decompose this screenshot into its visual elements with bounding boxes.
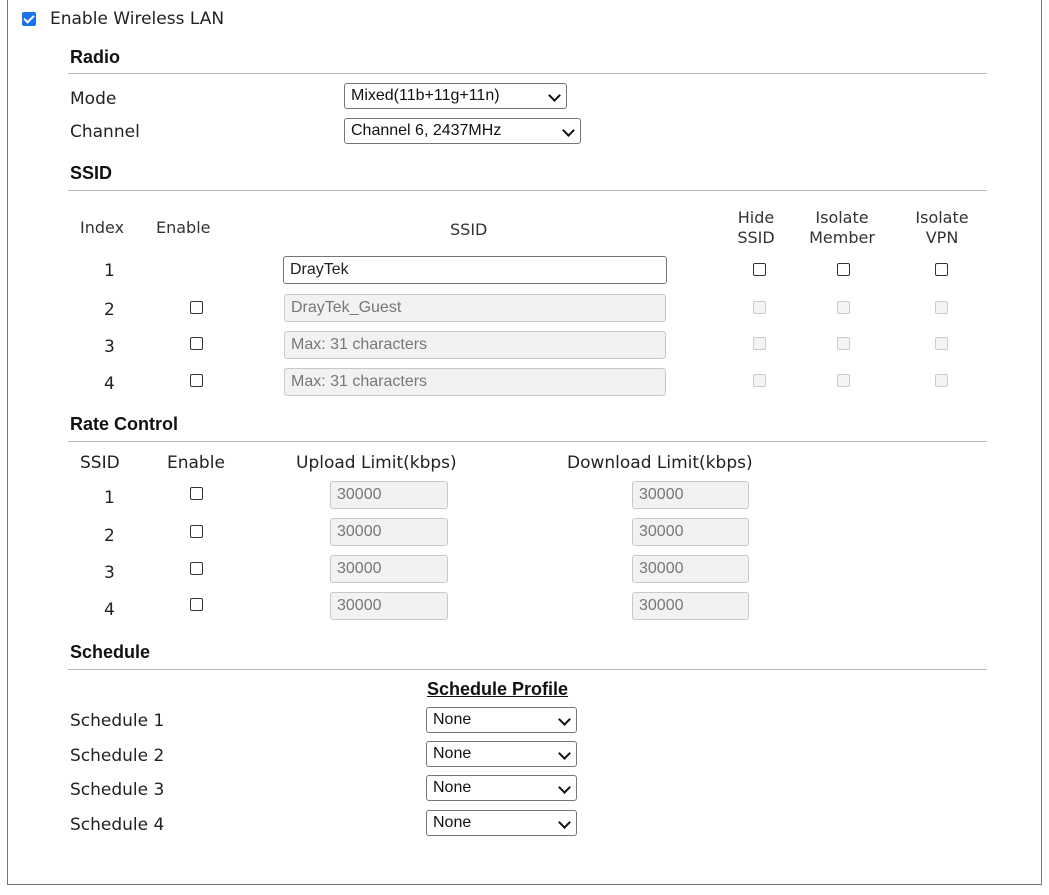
ssid-header-hide: Hide SSID [737,208,775,247]
schedule-profile-header: Schedule Profile [427,679,569,699]
ssid-enable-checkbox[interactable] [190,301,203,314]
schedule-select-value: None [433,745,472,762]
ssid-header-enable: Enable [156,218,211,237]
ssid-header-isolate-vpn: Isolate VPN [915,208,969,247]
schedule-label: Schedule 1 [70,711,165,731]
isolate-vpn-checkbox[interactable] [935,263,948,276]
channel-select[interactable]: Channel 6, 2437MHz [344,118,581,144]
chevron-down-icon [558,713,571,726]
ssid-section-title: SSID [70,163,113,183]
rate-header-ssid: SSID [80,453,120,473]
schedule-select[interactable]: None [426,775,577,801]
enable-wireless-checkbox[interactable] [22,12,36,26]
channel-select-value: Channel 6, 2437MHz [351,122,502,139]
ssid-enable-checkbox[interactable] [190,374,203,387]
schedule-select-value: None [433,814,472,831]
ssid-row-index: 1 [104,261,115,281]
upload-limit-input[interactable] [330,518,448,546]
rate-header-upload: Upload Limit(kbps) [296,453,457,473]
ssid-input[interactable] [283,256,667,284]
hide-ssid-checkbox[interactable] [753,263,766,276]
radio-divider [68,73,987,74]
download-limit-input[interactable] [632,518,749,546]
download-limit-input[interactable] [632,555,749,583]
rate-control-divider [68,441,987,442]
ssid-header-ssid: SSID [450,220,488,239]
chevron-down-icon [558,781,571,794]
ssid-header-index: Index [80,218,125,237]
schedule-select[interactable]: None [426,810,577,836]
isolate-vpn-checkbox[interactable] [935,374,948,387]
enable-wireless-label: Enable Wireless LAN [50,9,225,29]
rate-row-ssid: 3 [104,563,115,583]
schedule-section-title: Schedule [70,642,151,662]
ssid-row-index: 2 [104,300,115,320]
channel-label: Channel [70,122,140,142]
isolate-member-checkbox[interactable] [837,374,850,387]
schedule-divider [68,669,987,670]
rate-enable-checkbox[interactable] [190,598,203,611]
rate-enable-checkbox[interactable] [190,487,203,500]
ssid-divider [68,190,987,191]
chevron-down-icon [562,124,575,137]
upload-limit-input[interactable] [330,592,448,620]
hide-ssid-checkbox[interactable] [753,337,766,350]
schedule-label: Schedule 3 [70,780,165,800]
rate-header-download: Download Limit(kbps) [567,453,753,473]
mode-select[interactable]: Mixed(11b+11g+11n) [344,83,567,109]
schedule-select[interactable]: None [426,741,577,767]
ssid-input[interactable] [284,368,666,396]
schedule-select-value: None [433,779,472,796]
rate-row-ssid: 2 [104,526,115,546]
schedule-select[interactable]: None [426,707,577,733]
ssid-input[interactable] [284,331,666,359]
schedule-select-value: None [433,711,472,728]
rate-control-section-title: Rate Control [70,414,178,434]
mode-select-value: Mixed(11b+11g+11n) [351,87,500,104]
upload-limit-input[interactable] [330,481,448,509]
hide-ssid-checkbox[interactable] [753,374,766,387]
chevron-down-icon [548,89,561,102]
hide-ssid-checkbox[interactable] [753,301,766,314]
mode-label: Mode [70,89,117,109]
ssid-header-isolate-member: Isolate Member [809,208,875,247]
rate-enable-checkbox[interactable] [190,562,203,575]
rate-enable-checkbox[interactable] [190,525,203,538]
download-limit-input[interactable] [632,592,749,620]
ssid-row-index: 4 [104,374,115,394]
schedule-label: Schedule 4 [70,815,165,835]
isolate-member-checkbox[interactable] [837,301,850,314]
chevron-down-icon [558,816,571,829]
ssid-input[interactable] [284,294,666,322]
radio-section-title: Radio [70,47,121,67]
upload-limit-input[interactable] [330,555,448,583]
download-limit-input[interactable] [632,481,749,509]
ssid-enable-checkbox[interactable] [190,337,203,350]
isolate-member-checkbox[interactable] [837,263,850,276]
isolate-vpn-checkbox[interactable] [935,301,948,314]
rate-header-enable: Enable [167,453,225,473]
rate-row-ssid: 4 [104,600,115,620]
isolate-vpn-checkbox[interactable] [935,337,948,350]
rate-row-ssid: 1 [104,488,115,508]
isolate-member-checkbox[interactable] [837,337,850,350]
schedule-label: Schedule 2 [70,746,165,766]
ssid-row-index: 3 [104,337,115,357]
chevron-down-icon [558,747,571,760]
